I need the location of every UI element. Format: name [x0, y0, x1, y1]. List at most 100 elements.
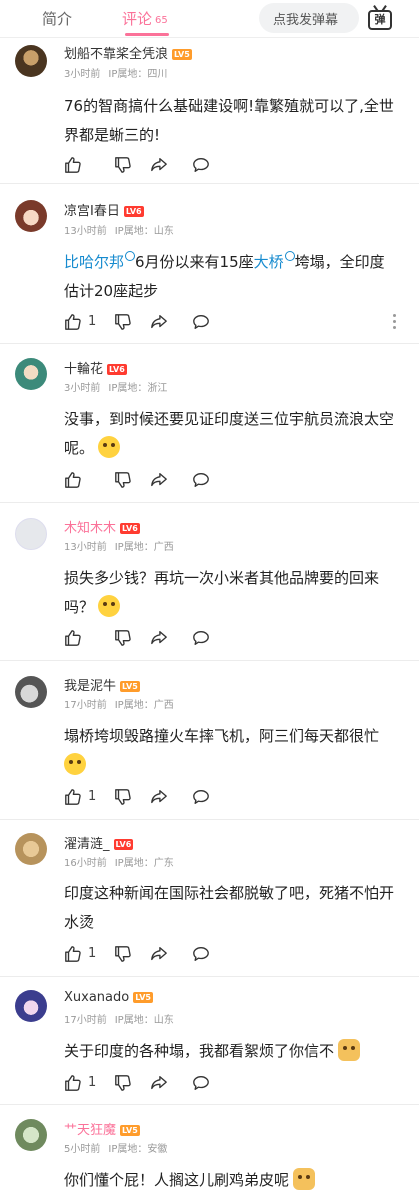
username[interactable]: 我是泥牛 LV5	[64, 675, 140, 694]
comment-text: 塌桥垮坝毁路撞火车摔飞机，阿三们每天都很忙	[64, 722, 394, 780]
share-button[interactable]	[150, 156, 168, 176]
username[interactable]: 濯清涟_ LV6	[64, 833, 134, 852]
like-button[interactable]: 1	[64, 788, 96, 808]
reply-button[interactable]	[192, 629, 210, 649]
comment-actions: 1	[64, 788, 404, 808]
reply-button[interactable]	[192, 1074, 210, 1094]
username[interactable]: 划船不靠桨全凭浪 LV5	[64, 43, 192, 62]
comment-time: 13小时前	[64, 542, 107, 553]
thumbs-up-icon	[64, 471, 82, 489]
username[interactable]: 艹天狂魔 LV5	[64, 1119, 140, 1138]
avatar[interactable]	[15, 358, 47, 390]
share-button[interactable]	[150, 629, 168, 649]
share-button[interactable]	[150, 1074, 168, 1094]
ip-location: IP属地：广西	[114, 542, 174, 553]
like-button[interactable]: 1	[64, 313, 96, 333]
thumbs-down-icon	[114, 945, 132, 963]
ip-location: IP属地：广西	[114, 700, 174, 711]
avatar[interactable]	[15, 200, 47, 232]
comment-time: 3小时前	[64, 69, 101, 80]
comment-meta: 5小时前 IP属地：安徽	[64, 1140, 167, 1155]
username[interactable]: 木知木木 LV6	[64, 517, 140, 536]
emoji-sticker-icon	[98, 436, 121, 458]
username[interactable]: 十輪花 LV6	[64, 358, 127, 377]
danmaku-input[interactable]: 点我发弹幕	[259, 3, 359, 33]
comment-meta: 13小时前 IP属地：广西	[64, 538, 174, 553]
thumbs-up-icon	[64, 788, 82, 806]
reply-bubble-icon	[192, 471, 210, 489]
comment-text-part: 你们懂个屁！人搁这儿刷鸡弟皮呢	[64, 1171, 290, 1189]
doge-emoji-icon	[293, 1168, 316, 1190]
comment-text-part: 6月份以来有15座	[135, 253, 254, 271]
dislike-button[interactable]	[114, 945, 132, 965]
thumbs-up-icon	[64, 156, 82, 174]
reply-button[interactable]	[192, 471, 210, 491]
thumbs-down-icon	[114, 788, 132, 806]
like-button[interactable]	[64, 629, 82, 649]
dislike-button[interactable]	[114, 313, 132, 333]
search-icon	[284, 251, 295, 261]
avatar[interactable]	[15, 1119, 47, 1151]
reply-button[interactable]	[192, 788, 210, 808]
thumbs-down-icon	[114, 313, 132, 331]
reply-bubble-icon	[192, 788, 210, 806]
avatar[interactable]	[15, 45, 47, 77]
avatar[interactable]	[15, 518, 47, 550]
reply-button[interactable]	[192, 313, 210, 333]
username-text: 木知木木	[64, 521, 117, 536]
dislike-button[interactable]	[114, 788, 132, 808]
thumbs-down-icon	[114, 1074, 132, 1092]
ip-location: IP属地：山东	[114, 1015, 174, 1026]
username-text: 凉宫I春日	[64, 204, 120, 219]
danmaku-toggle-button[interactable]: 弹	[366, 4, 394, 32]
thumbs-up-icon	[64, 1074, 82, 1092]
comment-text: 比哈尔邦 6月份以来有15座大桥 垮塌，全印度估计20座起步	[64, 248, 394, 306]
like-button[interactable]	[64, 156, 82, 176]
like-count: 1	[88, 314, 97, 329]
username-text: Xuxanado	[64, 990, 130, 1005]
tab-comments-count: 65	[155, 15, 168, 26]
emoji-sticker-icon	[64, 753, 86, 775]
username[interactable]: 凉宫I春日 LV6	[64, 200, 144, 219]
dislike-button[interactable]	[114, 629, 132, 649]
share-button[interactable]	[150, 788, 168, 808]
like-button[interactable]	[64, 471, 82, 491]
comment-meta: 3小时前 IP属地：四川	[64, 65, 167, 80]
comment-item: 我是泥牛 LV5 17小时前 IP属地：广西 塌桥垮坝毁路撞火车摔飞机，阿三们每天都…	[0, 662, 419, 820]
thumbs-down-icon	[114, 629, 132, 647]
search-link[interactable]: 大桥	[254, 253, 284, 271]
dislike-button[interactable]	[114, 1074, 132, 1094]
avatar[interactable]	[15, 676, 47, 708]
tab-intro[interactable]: 简介	[42, 8, 72, 29]
doge-emoji-icon	[338, 1039, 361, 1061]
ip-location: IP属地：浙江	[108, 383, 168, 394]
like-count: 1	[88, 789, 97, 804]
reply-button[interactable]	[192, 945, 210, 965]
dislike-button[interactable]	[114, 471, 132, 491]
avatar[interactable]	[15, 990, 47, 1022]
share-icon	[150, 945, 168, 963]
dot-icon	[393, 314, 396, 317]
share-button[interactable]	[150, 945, 168, 965]
comment-text: 关于印度的各种塌，我都看絮烦了你信不	[64, 1037, 394, 1066]
comment-text: 你们懂个屁！人搁这儿刷鸡弟皮呢	[64, 1166, 394, 1195]
comment-time: 16小时前	[64, 858, 107, 869]
search-link[interactable]: 比哈尔邦	[64, 253, 124, 271]
avatar[interactable]	[15, 833, 47, 865]
username-text: 濯清涟_	[64, 837, 110, 852]
comment-item: 划船不靠桨全凭浪 LV5 3小时前 IP属地：四川 76的智商搞什么基础建设啊!靠繁…	[0, 40, 419, 184]
more-options-button[interactable]	[393, 313, 397, 333]
username[interactable]: Xuxanado LV5	[64, 990, 153, 1005]
share-button[interactable]	[150, 471, 168, 491]
like-button[interactable]: 1	[64, 945, 96, 965]
reply-button[interactable]	[192, 156, 210, 176]
share-button[interactable]	[150, 313, 168, 333]
comment-meta: 3小时前 IP属地：浙江	[64, 379, 167, 394]
comment-item: 艹天狂魔 LV5 5小时前 IP属地：安徽 你们懂个屁！人搁这儿刷鸡弟皮呢	[0, 1106, 419, 1200]
comment-actions: 1	[64, 313, 404, 333]
dislike-button[interactable]	[114, 156, 132, 176]
like-button[interactable]: 1	[64, 1074, 96, 1094]
ip-location: IP属地：广东	[114, 858, 174, 869]
tab-comments[interactable]: 评论 65	[122, 8, 168, 29]
share-icon	[150, 788, 168, 806]
